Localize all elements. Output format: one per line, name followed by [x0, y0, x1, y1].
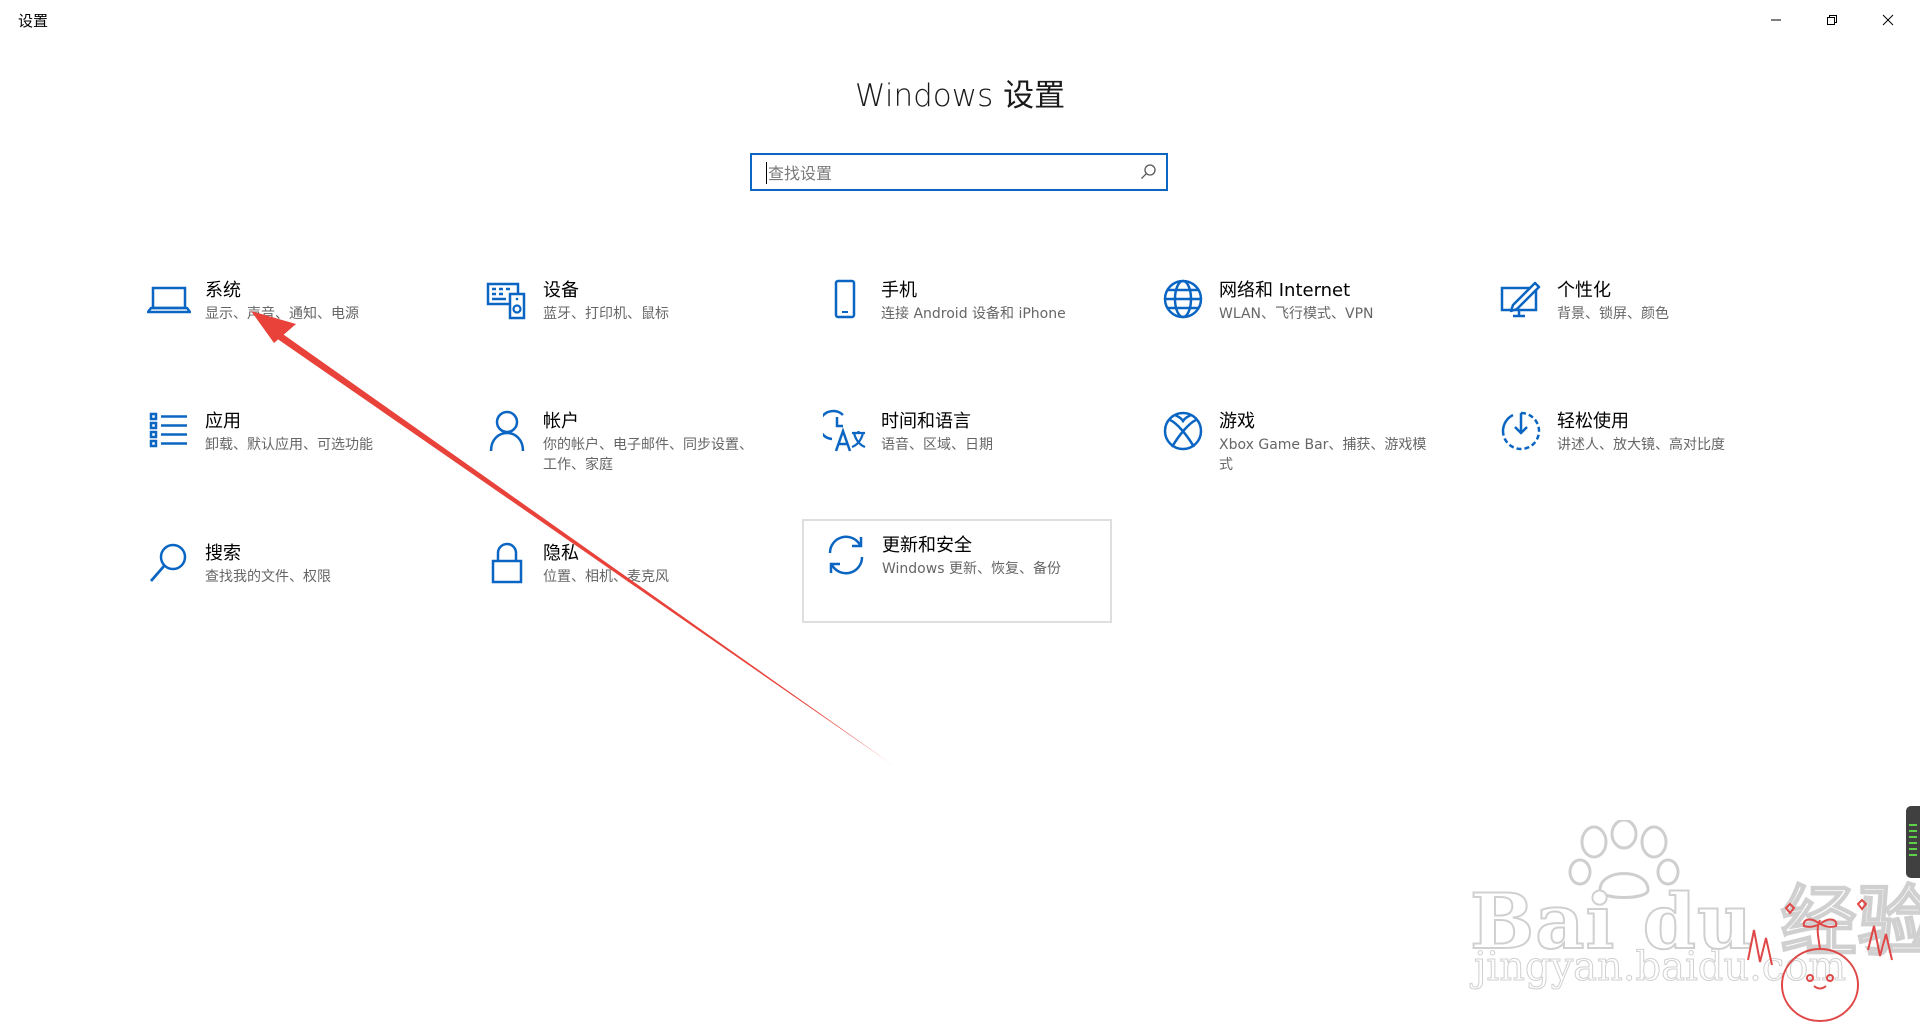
watermark: Bai du 经验 jingyan.baidu.com — [1469, 820, 1920, 1030]
side-panel-handle[interactable] — [1906, 806, 1920, 878]
mascot-icon — [1747, 898, 1893, 1022]
